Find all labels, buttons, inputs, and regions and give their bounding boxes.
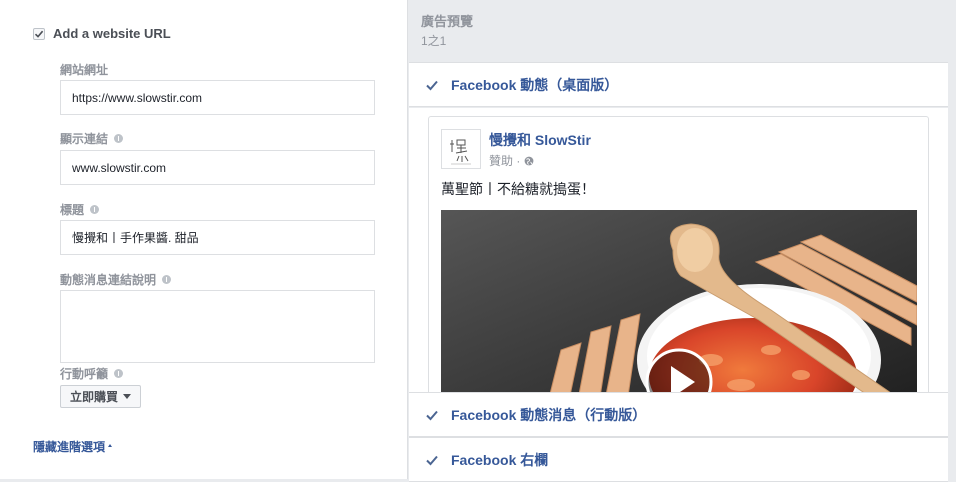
hide-advanced-options-label: 隱藏進階選項 bbox=[33, 440, 106, 454]
info-icon[interactable] bbox=[90, 205, 100, 214]
checkmark-icon bbox=[426, 455, 438, 465]
website-url-input[interactable]: https://www.slowstir.com bbox=[60, 80, 375, 115]
display-link-input[interactable]: www.slowstir.com bbox=[60, 150, 375, 185]
info-icon[interactable] bbox=[162, 275, 172, 284]
preview-title: 廣告預覽 bbox=[421, 14, 474, 29]
call-to-action-value: 立即購買 bbox=[70, 390, 119, 404]
headline-input[interactable]: 慢攪和丨手作果醬. 甜品 bbox=[60, 220, 375, 255]
headline-label-text: 標題 bbox=[60, 203, 85, 217]
placement-desktop-news-feed[interactable]: Facebook 動態（桌面版） bbox=[409, 62, 948, 107]
website-url-label-text: 網站網址 bbox=[60, 63, 109, 77]
info-icon[interactable] bbox=[114, 369, 124, 378]
add-website-url-checkbox[interactable] bbox=[33, 27, 45, 40]
add-website-url-label: Add a website URL bbox=[53, 26, 171, 41]
sponsored-row: 贊助 · bbox=[489, 152, 534, 169]
ad-preview-panel: 廣告預覽 1之1 Facebook 動態（桌面版） 慢攪和 SlowStir 贊… bbox=[409, 0, 948, 482]
call-to-action-dropdown[interactable]: 立即購買 bbox=[60, 385, 142, 408]
display-link-value: www.slowstir.com bbox=[72, 160, 167, 175]
website-url-label: 網站網址 bbox=[60, 61, 108, 78]
display-link-label-text: 顯示連結 bbox=[60, 132, 109, 146]
checkmark-icon bbox=[426, 80, 438, 90]
post-preview-area: 慢攪和 SlowStir 贊助 · 萬聖節丨不給糖就搗蛋！ bbox=[409, 108, 948, 393]
caret-up-icon bbox=[108, 444, 113, 447]
news-feed-description-textarea[interactable] bbox=[60, 290, 375, 363]
placement-label: Facebook 右欄 bbox=[451, 451, 549, 468]
sponsored-label: 贊助 · bbox=[489, 154, 521, 168]
headline-value: 慢攪和丨手作果醬. 甜品 bbox=[72, 231, 199, 245]
display-link-label: 顯示連結 bbox=[60, 130, 124, 147]
page-avatar[interactable] bbox=[441, 129, 481, 169]
info-icon[interactable] bbox=[114, 134, 124, 143]
preview-count: 1之1 bbox=[421, 34, 447, 48]
placement-label: Facebook 動態消息（行動版） bbox=[451, 406, 647, 423]
call-to-action-label: 行動呼籲 bbox=[60, 365, 124, 382]
slowstir-logo-icon bbox=[450, 139, 471, 165]
news-feed-description-label: 動態消息連結說明 bbox=[60, 271, 172, 288]
post-video-thumbnail[interactable] bbox=[441, 210, 917, 393]
ad-form-panel: Add a website URL 網站網址 https://www.slows… bbox=[0, 0, 408, 479]
chevron-down-icon bbox=[123, 394, 132, 399]
website-url-value: https://www.slowstir.com bbox=[72, 90, 203, 105]
hide-advanced-options-link[interactable]: 隱藏進階選項 bbox=[33, 438, 113, 455]
post-card: 慢攪和 SlowStir 贊助 · 萬聖節丨不給糖就搗蛋！ bbox=[428, 116, 929, 393]
add-website-url-row[interactable]: Add a website URL bbox=[33, 26, 171, 41]
post-text: 萬聖節丨不給糖就搗蛋！ bbox=[441, 181, 595, 197]
call-to-action-label-text: 行動呼籲 bbox=[60, 367, 109, 381]
news-feed-description-label-text: 動態消息連結說明 bbox=[60, 273, 157, 287]
placement-mobile-news-feed[interactable]: Facebook 動態消息（行動版） bbox=[409, 392, 948, 437]
checkmark-icon bbox=[34, 30, 44, 38]
page-name-link[interactable]: 慢攪和 SlowStir bbox=[489, 130, 591, 150]
video-thumbnail-image bbox=[441, 210, 917, 393]
checkmark-icon bbox=[426, 410, 438, 420]
headline-label: 標題 bbox=[60, 201, 100, 218]
placement-right-column[interactable]: Facebook 右欄 bbox=[409, 437, 948, 482]
globe-icon bbox=[524, 156, 534, 165]
placement-label: Facebook 動態（桌面版） bbox=[451, 76, 619, 93]
